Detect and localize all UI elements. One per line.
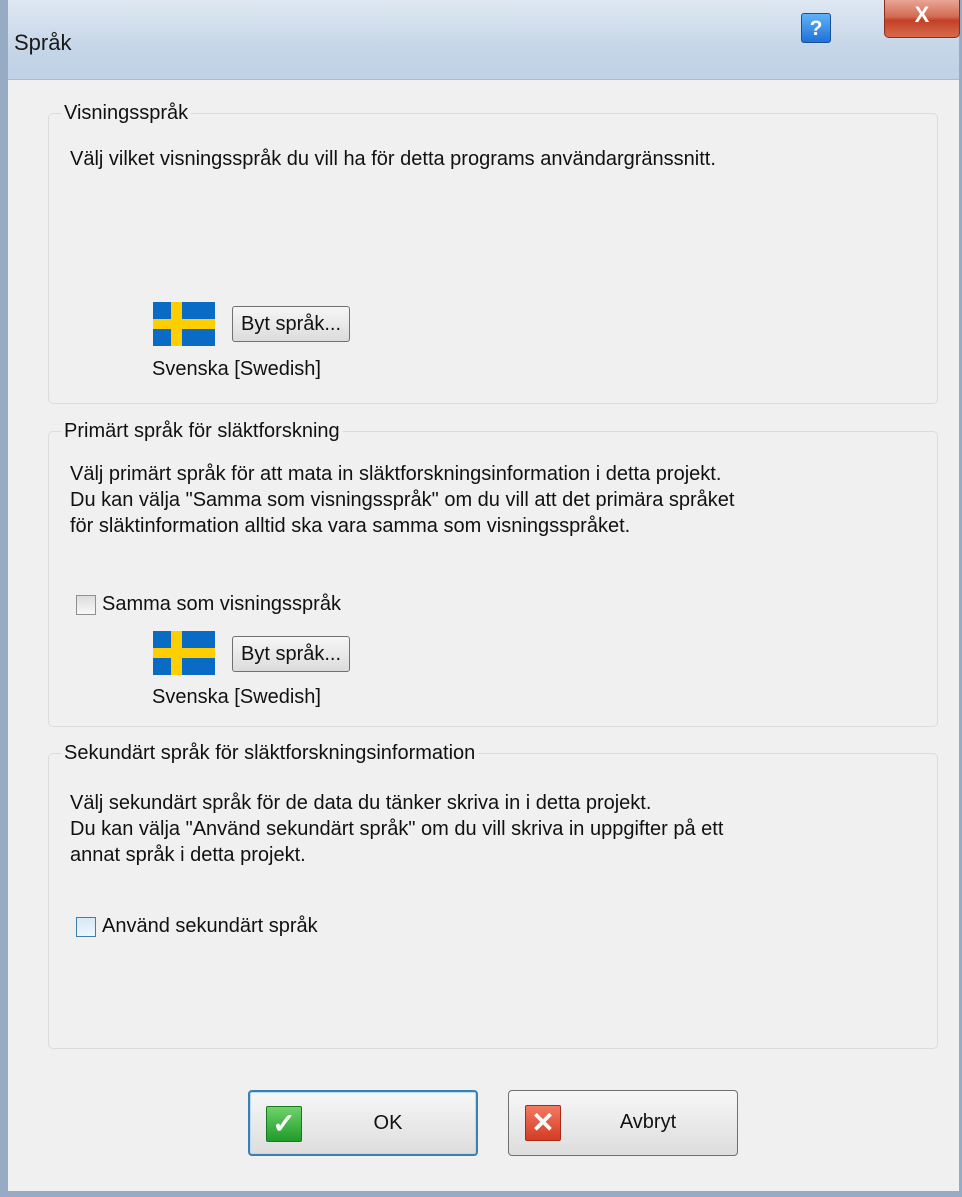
cross-icon: ✕	[525, 1105, 561, 1141]
same-as-display-label[interactable]: Samma som visningsspråk	[102, 593, 341, 616]
primary-language-description-line-3: för släktinformation alltid ska vara sam…	[70, 515, 631, 537]
checkmark-icon: ✓	[266, 1106, 302, 1142]
secondary-language-group: Sekundärt språk för släktforskningsinfor…	[48, 742, 938, 1049]
language-dialog: Språk ? X Visningsspråk Välj vilket visn…	[0, 0, 962, 1197]
use-secondary-option[interactable]: Använd sekundärt språk	[76, 915, 318, 938]
use-secondary-label[interactable]: Använd sekundärt språk	[102, 915, 318, 938]
ok-button-label: OK	[373, 1112, 403, 1134]
use-secondary-checkbox[interactable]	[76, 916, 96, 937]
display-change-language-button[interactable]: Byt språk...	[232, 306, 351, 342]
primary-current-language: Svenska [Swedish]	[152, 686, 321, 708]
secondary-language-description-line-3: annat språk i detta projekt.	[70, 844, 306, 866]
secondary-language-description-line-1: Välj sekundärt språk för de data du tänk…	[70, 792, 652, 814]
swedish-flag-icon	[153, 302, 215, 346]
primary-change-language-button[interactable]: Byt språk...	[232, 636, 351, 672]
window-title: Språk	[14, 30, 72, 55]
display-language-description: Välj vilket visningsspråk du vill ha för…	[70, 148, 716, 170]
display-language-legend: Visningsspråk	[64, 102, 189, 124]
title-bar[interactable]: Språk ? X	[8, 0, 960, 80]
primary-language-description-line-2: Du kan välja "Samma som visningsspråk" o…	[70, 489, 735, 511]
same-as-display-option[interactable]: Samma som visningsspråk	[76, 593, 341, 616]
secondary-language-description-line-2: Du kan välja "Använd sekundärt språk" om…	[70, 818, 724, 840]
display-current-language: Svenska [Swedish]	[152, 358, 321, 380]
secondary-language-legend: Sekundärt språk för släktforskningsinfor…	[64, 742, 476, 764]
help-button[interactable]: ?	[801, 13, 831, 43]
primary-language-legend: Primärt språk för släktforskning	[64, 420, 340, 442]
swedish-flag-icon	[153, 631, 215, 675]
same-as-display-checkbox[interactable]	[76, 594, 96, 615]
primary-language-description-line-1: Välj primärt språk för att mata in släkt…	[70, 463, 722, 485]
cancel-button-label: Avbryt	[619, 1111, 677, 1133]
cancel-button[interactable]: ✕ Avbryt	[508, 1090, 738, 1156]
ok-button[interactable]: ✓ OK	[248, 1090, 478, 1156]
close-button[interactable]: X	[884, 0, 960, 38]
dialog-content: Visningsspråk Välj vilket visningsspråk …	[8, 80, 959, 1191]
